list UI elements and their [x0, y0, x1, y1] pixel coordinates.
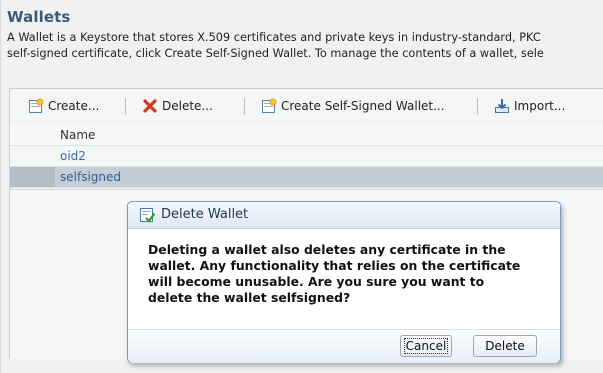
- delete-confirm-button[interactable]: Delete: [473, 335, 537, 357]
- toolbar-separator: [125, 98, 126, 115]
- dialog-message-line: wallet. Any functionality that relies on…: [148, 258, 521, 273]
- wallets-table: Name oid2 selfsigned: [10, 125, 603, 188]
- import-icon: [494, 98, 510, 114]
- wallet-name-link[interactable]: selfsigned: [60, 167, 121, 187]
- dialog-message-line: delete the wallet selfsigned?: [148, 290, 351, 305]
- cancel-button[interactable]: Cancel: [400, 335, 452, 357]
- dialog-title: Delete Wallet: [161, 207, 249, 222]
- create-button-label: Create...: [48, 99, 100, 113]
- delete-button-label: Delete...: [162, 99, 213, 113]
- cancel-button-label: Cancel: [403, 338, 449, 354]
- dialog-title-bar: Delete Wallet: [128, 202, 560, 229]
- confirm-checkmark-icon: [139, 207, 156, 223]
- row-gutter: [10, 167, 55, 187]
- toolbar-separator: [477, 98, 478, 115]
- table-header-row: Name: [10, 125, 603, 146]
- delete-button[interactable]: Delete...: [142, 97, 213, 115]
- row-gutter: [10, 146, 55, 166]
- column-header-name[interactable]: Name: [60, 125, 95, 145]
- page-title: Wallets: [7, 8, 71, 26]
- page-description: A Wallet is a Keystore that stores X.509…: [7, 30, 603, 62]
- table-row-selected[interactable]: selfsigned: [10, 167, 603, 188]
- delete-button-label: Delete: [485, 339, 525, 353]
- dialog-footer: Cancel Delete: [128, 329, 560, 363]
- wallets-toolbar: Create... Delete... Create Self-Signed W…: [10, 89, 603, 123]
- dialog-message-line: will become unusable. Are you sure you w…: [148, 274, 485, 289]
- delete-wallet-dialog: Delete Wallet Deleting a wallet also del…: [127, 201, 561, 363]
- create-self-signed-wallet-label: Create Self-Signed Wallet...: [281, 99, 445, 113]
- wallet-name-link[interactable]: oid2: [60, 146, 86, 166]
- description-line: self-signed certificate, click Create Se…: [7, 47, 544, 60]
- toolbar-separator: [244, 98, 245, 115]
- import-button[interactable]: Import...: [494, 97, 565, 115]
- self-signed-wallet-icon: [261, 98, 277, 114]
- dialog-message-line: Deleting a wallet also deletes any certi…: [148, 242, 506, 257]
- description-line: A Wallet is a Keystore that stores X.509…: [7, 31, 541, 44]
- red-x-icon: [142, 98, 158, 114]
- dialog-message: Deleting a wallet also deletes any certi…: [148, 242, 548, 306]
- import-button-label: Import...: [514, 99, 566, 113]
- wallets-page: Wallets A Wallet is a Keystore that stor…: [0, 0, 603, 373]
- row-gutter: [10, 125, 55, 145]
- create-wallet-icon: [28, 98, 44, 114]
- create-self-signed-wallet-button[interactable]: Create Self-Signed Wallet...: [261, 97, 445, 115]
- create-button[interactable]: Create...: [28, 97, 99, 115]
- table-row[interactable]: oid2: [10, 146, 603, 167]
